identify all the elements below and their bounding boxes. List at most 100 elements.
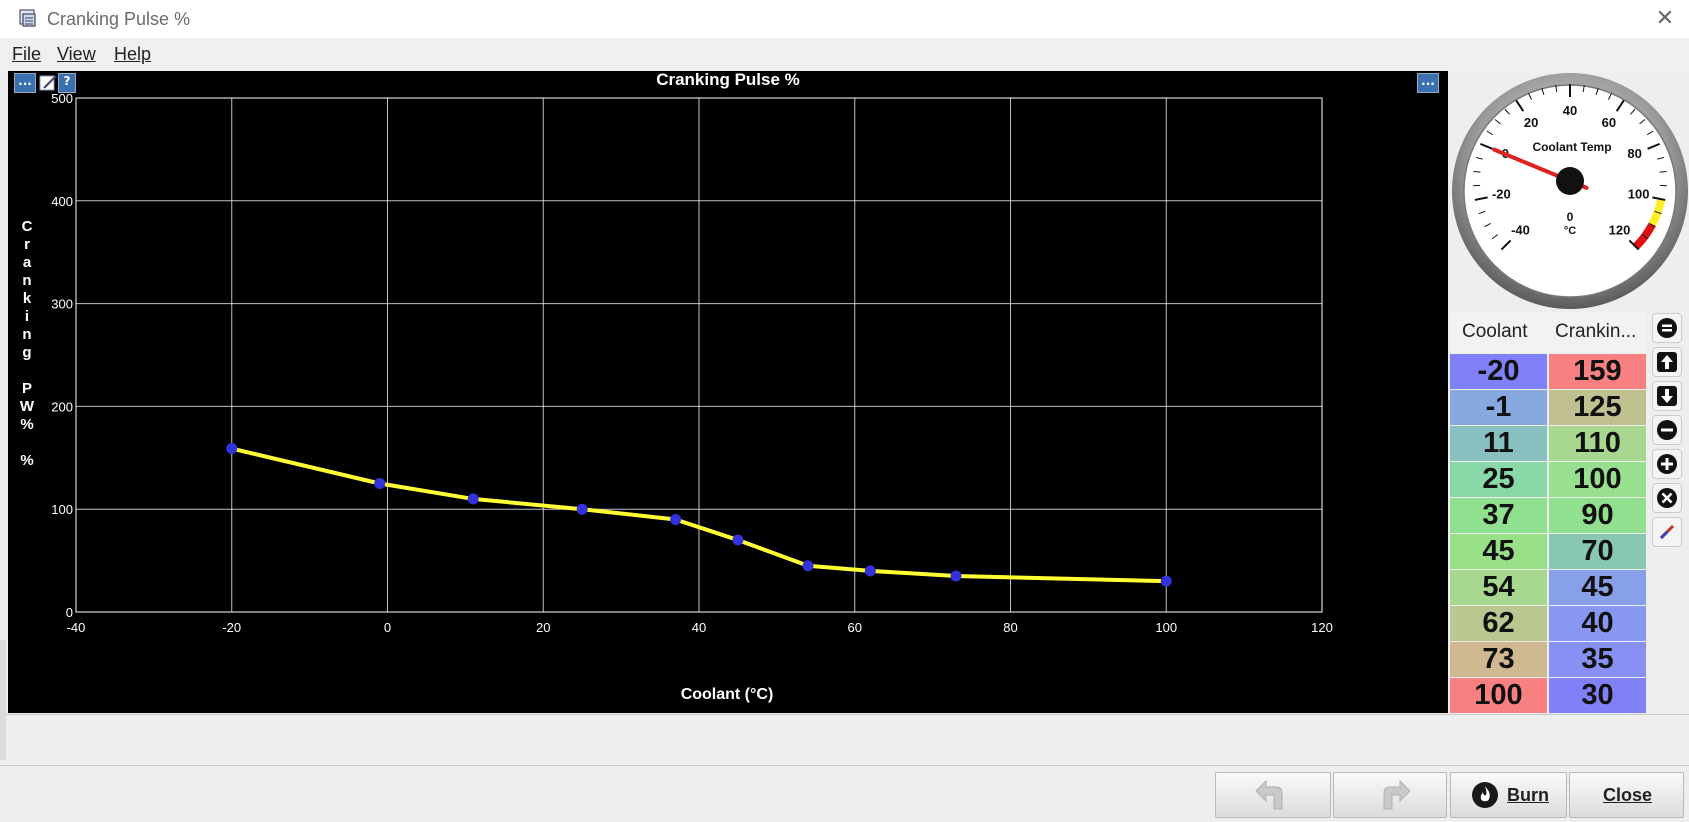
gauge-label-7: 100 <box>1628 187 1650 202</box>
y-axis-label: CrankingPW%% <box>20 218 35 469</box>
coolant-cell[interactable]: -20 <box>1450 354 1547 389</box>
data-point-2[interactable] <box>467 493 479 505</box>
gauge-tick-6 <box>1473 170 1481 173</box>
table-row: 37 90 <box>1450 498 1646 534</box>
set-equal-button[interactable] <box>1652 313 1682 343</box>
chart-options-label: ... <box>18 74 32 88</box>
interpolate-icon <box>1659 524 1675 540</box>
multiply-button[interactable] <box>1652 483 1682 513</box>
table-row: 62 40 <box>1450 606 1646 642</box>
coolant-cell[interactable]: -1 <box>1450 390 1547 425</box>
x-axis-label: Coolant (°C) <box>681 686 774 703</box>
menu-help[interactable]: Help <box>114 44 151 65</box>
window-close-icon[interactable]: ✕ <box>1652 6 1678 32</box>
gauge-hub <box>1556 167 1584 195</box>
burn-button[interactable]: Burn <box>1450 772 1567 818</box>
gauge-title: Coolant Temp <box>1532 140 1611 154</box>
data-point-0[interactable] <box>226 443 238 455</box>
y-tick-label-0: 0 <box>66 605 73 620</box>
curve-table: Coolant Crankin... -20 159 -1 125 11 110 25 100… <box>1450 313 1646 713</box>
menu-help-label: Help <box>114 44 152 64</box>
cranking-cell[interactable]: 70 <box>1549 534 1646 569</box>
interpolate-button[interactable] <box>1652 517 1682 547</box>
equals-icon <box>1657 318 1677 338</box>
undo-button[interactable] <box>1215 772 1331 818</box>
cranking-cell[interactable]: 125 <box>1549 390 1646 425</box>
coolant-cell[interactable]: 25 <box>1450 462 1547 497</box>
subtract-button[interactable] <box>1652 415 1682 445</box>
table-row: 11 110 <box>1450 426 1646 462</box>
gauge-label-5: 60 <box>1602 115 1616 130</box>
data-point-9[interactable] <box>1160 575 1172 587</box>
y-label-char-1: r <box>24 236 30 253</box>
menu-file-label: File <box>12 44 42 64</box>
table-row: 100 30 <box>1450 678 1646 714</box>
coolant-gauge: -40-20020406080100120 Coolant Temp 0 °C <box>1448 71 1689 311</box>
cranking-cell[interactable]: 159 <box>1549 354 1646 389</box>
x-tick-label-6: 80 <box>1003 620 1017 635</box>
y-tick-labels: 0100200300400500 <box>51 91 73 620</box>
chart-options-right-label: ... <box>1421 74 1435 88</box>
cranking-cell[interactable]: 30 <box>1549 678 1646 713</box>
title-bar: Cranking Pulse % ✕ <box>0 0 1689 38</box>
gauge-tick-26 <box>1659 170 1667 173</box>
close-button[interactable]: Close <box>1569 772 1684 818</box>
table-row: 54 45 <box>1450 570 1646 606</box>
window-edge <box>0 640 6 760</box>
table-row: -20 159 <box>1450 354 1646 390</box>
chart-options-button[interactable]: ... <box>14 73 36 93</box>
x-tick-label-7: 100 <box>1155 620 1177 635</box>
coolant-cell[interactable]: 11 <box>1450 426 1547 461</box>
cranking-cell[interactable]: 110 <box>1549 426 1646 461</box>
cranking-cell[interactable]: 40 <box>1549 606 1646 641</box>
cranking-cell[interactable]: 100 <box>1549 462 1646 497</box>
data-point-3[interactable] <box>576 503 588 515</box>
coolant-cell[interactable]: 73 <box>1450 642 1547 677</box>
undo-icon <box>1255 779 1283 810</box>
data-point-8[interactable] <box>950 570 962 582</box>
gauge-label-1: -20 <box>1492 187 1511 202</box>
chart-options-right-button[interactable]: ... <box>1417 73 1439 93</box>
x-tick-label-0: -40 <box>67 620 86 635</box>
cranking-cell[interactable]: 90 <box>1549 498 1646 533</box>
curve-chart[interactable]: Cranking Pulse % 0100200300400500 -40 -20… <box>8 71 1448 713</box>
cranking-cell[interactable]: 35 <box>1549 642 1646 677</box>
chart-help-label: ? <box>63 74 71 88</box>
coolant-cell[interactable]: 45 <box>1450 534 1547 569</box>
data-point-6[interactable] <box>802 560 814 572</box>
y-label-char-9: P <box>22 380 32 397</box>
coolant-cell[interactable]: 37 <box>1450 498 1547 533</box>
edit-chart-icon[interactable] <box>38 72 60 94</box>
menu-file[interactable]: File <box>12 44 41 65</box>
x-tick-label-5: 60 <box>848 620 862 635</box>
data-point-1[interactable] <box>374 478 386 489</box>
coolant-cell[interactable]: 100 <box>1450 678 1547 713</box>
gauge-dial: -40-20020406080100120 Coolant Temp 0 °C <box>1452 73 1688 309</box>
flame-icon <box>1472 782 1498 808</box>
table-header: Coolant Crankin... <box>1450 313 1646 353</box>
increment-button[interactable] <box>1652 347 1682 377</box>
y-label-char-13: % <box>20 452 33 469</box>
decrement-button[interactable] <box>1652 381 1682 411</box>
y-tick-label-1: 100 <box>51 502 73 517</box>
arrow-down-icon <box>1657 386 1677 406</box>
burn-label: Burn <box>1507 785 1549 805</box>
y-tick-label-2: 200 <box>51 399 73 414</box>
y-label-char-5: i <box>25 308 29 325</box>
add-button[interactable] <box>1652 449 1682 479</box>
y-label-char-3: n <box>22 272 31 289</box>
close-label: Close <box>1603 785 1653 805</box>
y-label-char-6: n <box>22 326 31 343</box>
minus-icon <box>1657 420 1677 440</box>
table-row: 25 100 <box>1450 462 1646 498</box>
data-point-5[interactable] <box>732 534 744 546</box>
coolant-cell[interactable]: 54 <box>1450 570 1547 605</box>
coolant-cell[interactable]: 62 <box>1450 606 1547 641</box>
menu-view[interactable]: View <box>57 44 96 65</box>
chart-help-button[interactable]: ? <box>58 73 76 93</box>
cranking-cell[interactable]: 45 <box>1549 570 1646 605</box>
data-point-4[interactable] <box>670 513 682 525</box>
data-point-7[interactable] <box>864 565 876 577</box>
app-window: Cranking Pulse % ✕ File View Help Cranki… <box>0 0 1689 822</box>
redo-button[interactable] <box>1333 772 1447 818</box>
